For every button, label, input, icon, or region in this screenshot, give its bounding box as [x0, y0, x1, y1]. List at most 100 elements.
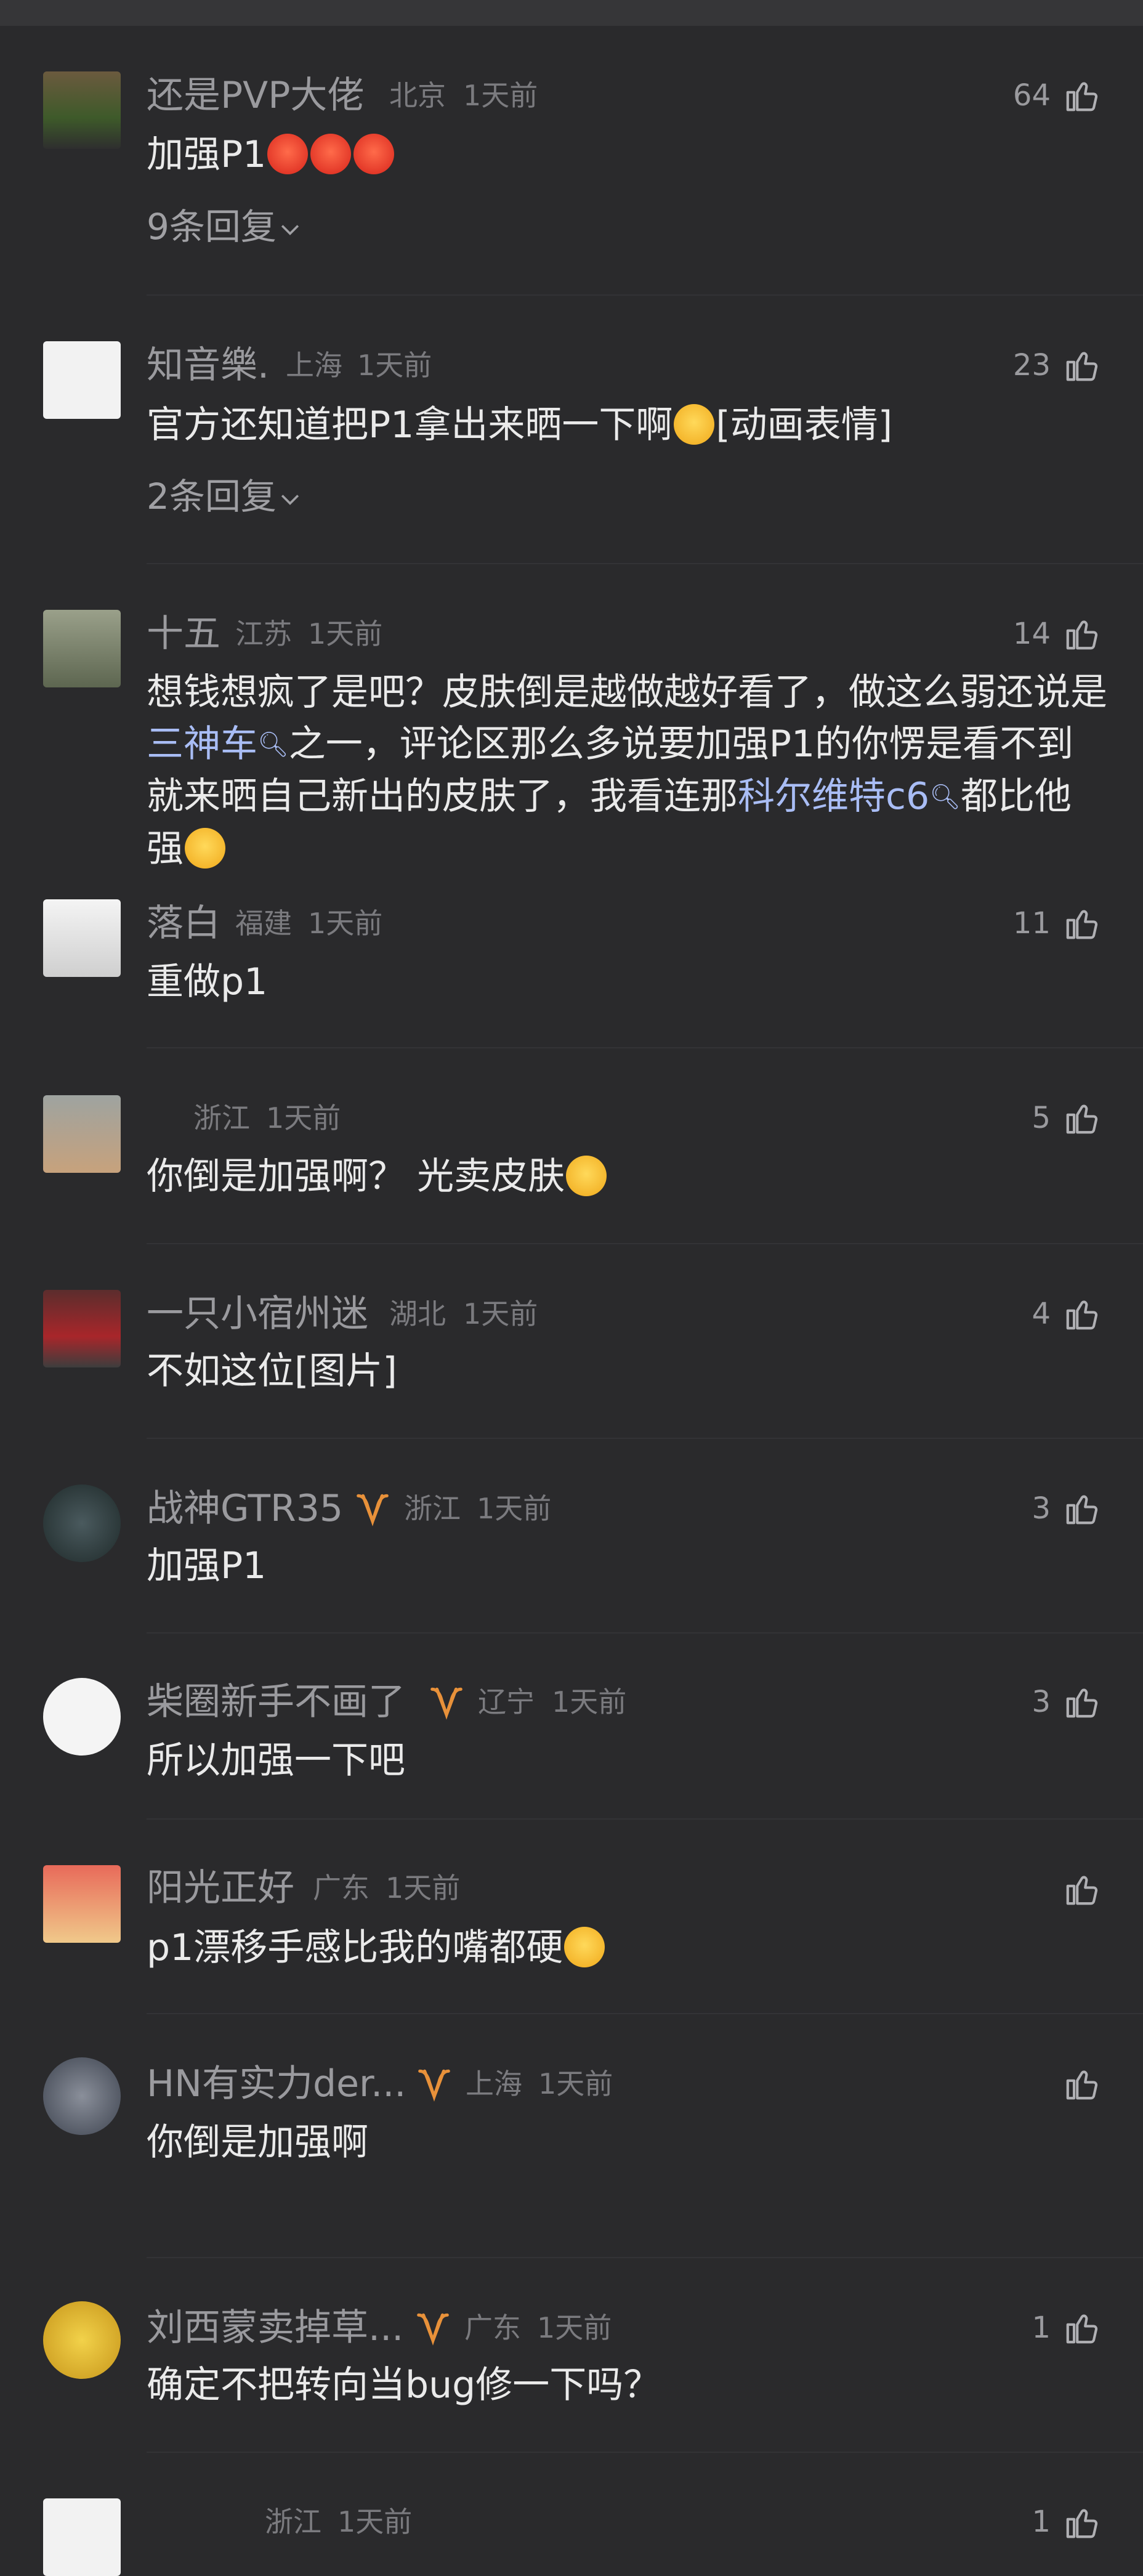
divider — [147, 563, 1143, 564]
location: 江苏 — [235, 617, 292, 650]
avatar[interactable] — [43, 341, 121, 419]
comment-text: 所以加强一下吧 — [147, 1739, 405, 1782]
thumbs-up-icon[interactable] — [1063, 1295, 1101, 1333]
like-count: 1 — [1032, 2505, 1051, 2539]
avatar[interactable] — [43, 2301, 121, 2379]
like-count: 23 — [1012, 348, 1051, 383]
location: 北京 — [389, 79, 446, 112]
thumbs-up-icon[interactable] — [1063, 2503, 1101, 2542]
timestamp: 1天前 — [357, 349, 432, 382]
timestamp: 1天前 — [537, 2311, 612, 2344]
replies-toggle[interactable]: 2条回复 — [147, 474, 304, 519]
vip-badge-icon — [415, 2065, 453, 2103]
thumbs-up-icon[interactable] — [1063, 1683, 1101, 1721]
divider — [147, 1047, 1143, 1048]
divider — [147, 1632, 1143, 1634]
username[interactable]: HN有实力der... — [147, 2062, 406, 2106]
username[interactable]: 刘西蒙卖掉草... — [147, 2306, 403, 2350]
avatar[interactable] — [43, 1678, 121, 1756]
username[interactable]: 落白 — [147, 901, 220, 946]
vip-badge-icon — [353, 1489, 392, 1528]
location: 上海 — [466, 2067, 522, 2100]
timestamp: 1天前 — [266, 1101, 341, 1135]
comment-text: 不如这位[图片] — [147, 1350, 397, 1393]
avatar[interactable] — [43, 2498, 121, 2576]
cry-laugh-emoji-icon — [564, 1927, 605, 1967]
like-count: 11 — [1012, 906, 1051, 941]
comment-text: 想钱想疯了是吧？皮肤倒是越做越好看了，做这么弱还说是三神车🔍︎之一，评论区那么多… — [147, 671, 1107, 870]
avatar[interactable] — [43, 1095, 121, 1173]
username[interactable]: 阳光正好 — [147, 1866, 294, 1910]
top-bar — [0, 0, 1143, 26]
location: 浙江 — [265, 2505, 321, 2538]
username[interactable]: 柴圈新手不画了 — [147, 1680, 405, 1724]
comment-text: 你倒是加强啊 — [147, 2121, 368, 2164]
thumbs-up-icon[interactable] — [1063, 2309, 1101, 2347]
username[interactable]: 十五 — [147, 612, 220, 656]
comment-text: 你倒是加强啊？ 光卖皮肤 — [147, 1151, 1107, 1202]
topic-link[interactable]: 科尔维特c6 — [738, 775, 929, 818]
angry-emoji-icon — [310, 134, 352, 174]
angry-emoji-icon — [353, 134, 395, 174]
comment-text: 确定不把转向当bug修一下吗？ — [147, 2363, 661, 2407]
comment-text: 加强P1 — [147, 1544, 267, 1587]
timestamp: 1天前 — [463, 79, 538, 112]
thumbs-up-icon[interactable] — [1063, 904, 1101, 942]
location: 浙江 — [404, 1492, 461, 1525]
like-count: 3 — [1032, 1685, 1051, 1719]
thumbs-up-icon[interactable] — [1063, 2065, 1101, 2103]
divider — [147, 2452, 1143, 2453]
avatar[interactable] — [43, 1865, 121, 1943]
timestamp: 1天前 — [463, 1297, 538, 1331]
avatar[interactable] — [43, 610, 121, 687]
thumbs-up-icon[interactable] — [1063, 346, 1101, 384]
smile-emoji-icon — [674, 404, 715, 445]
sweat-emoji-icon — [566, 1156, 607, 1196]
timestamp: 1天前 — [477, 1492, 552, 1525]
location: 广东 — [464, 2311, 521, 2344]
location: 福建 — [235, 907, 292, 940]
avatar[interactable] — [43, 1484, 121, 1562]
like-count: 3 — [1032, 1491, 1051, 1526]
divider — [147, 2257, 1143, 2258]
chevron-down-icon — [277, 485, 304, 512]
location: 浙江 — [193, 1101, 250, 1135]
thumbs-up-icon[interactable] — [1063, 1099, 1101, 1137]
avatar[interactable] — [43, 899, 121, 977]
username[interactable]: 知音樂. — [147, 343, 269, 387]
like-count: 5 — [1032, 1101, 1051, 1135]
timestamp: 1天前 — [308, 907, 383, 940]
vip-badge-icon — [414, 2309, 452, 2347]
username[interactable]: 还是PVP大佬 — [147, 73, 364, 118]
comment-text: 重做p1 — [147, 960, 268, 1003]
timestamp: 1天前 — [308, 617, 383, 650]
replies-toggle[interactable]: 9条回复 — [147, 205, 304, 249]
location: 辽宁 — [478, 1685, 535, 1719]
comment-text: 加强P1 — [147, 129, 1107, 180]
thumbs-up-icon[interactable] — [1063, 615, 1101, 653]
cry-laugh-emoji-icon — [185, 828, 225, 869]
topic-link[interactable]: 三神车 — [147, 723, 257, 766]
timestamp: 1天前 — [552, 1685, 627, 1719]
avatar[interactable] — [43, 1290, 121, 1367]
angry-emoji-icon — [267, 134, 309, 174]
thumbs-up-icon[interactable] — [1063, 1489, 1101, 1528]
location: 上海 — [286, 349, 342, 382]
location: 湖北 — [389, 1297, 446, 1331]
chevron-down-icon — [277, 216, 304, 243]
search-icon[interactable]: 🔍︎ — [929, 783, 961, 811]
username[interactable]: 战神GTR35 — [147, 1486, 343, 1531]
avatar[interactable] — [43, 71, 121, 149]
search-icon[interactable]: 🔍︎ — [257, 731, 289, 759]
location: 广东 — [313, 1871, 370, 1905]
divider — [147, 2013, 1143, 2014]
like-count: 1 — [1032, 2311, 1051, 2345]
timestamp: 1天前 — [538, 2067, 613, 2100]
username[interactable]: 一只小宿州迷 — [147, 1292, 368, 1336]
like-count: 14 — [1012, 617, 1051, 651]
avatar[interactable] — [43, 2057, 121, 2135]
thumbs-up-icon[interactable] — [1063, 1870, 1101, 1908]
vip-badge-icon — [427, 1683, 466, 1721]
timestamp: 1天前 — [337, 2505, 413, 2538]
thumbs-up-icon[interactable] — [1063, 76, 1101, 115]
